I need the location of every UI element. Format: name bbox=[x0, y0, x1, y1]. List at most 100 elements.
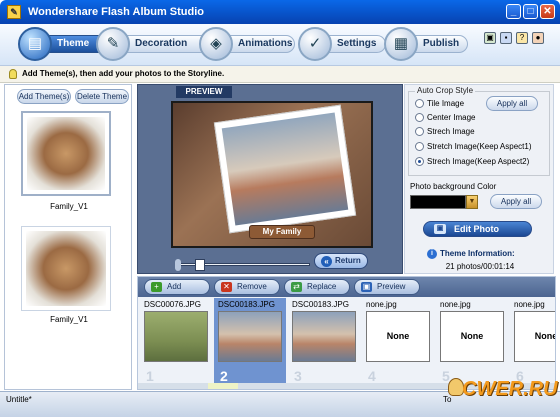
radio-keep-aspect2[interactable]: Strech Image(Keep Aspect2) bbox=[415, 156, 545, 168]
slot-thumbnail: None bbox=[514, 311, 555, 362]
preview-photo bbox=[213, 104, 357, 234]
double-chevron-left-icon: « bbox=[321, 256, 332, 267]
remove-photo-label: Remove bbox=[237, 282, 267, 291]
edit-photo-button[interactable]: ▣ Edit Photo bbox=[423, 221, 532, 237]
help-icon[interactable]: ? bbox=[516, 32, 528, 44]
slot-thumbnail bbox=[144, 311, 208, 362]
hint-text: Add Theme(s), then add your photos to th… bbox=[22, 69, 225, 78]
slot-filename: none.jpg bbox=[366, 300, 397, 309]
slider-thumb[interactable] bbox=[195, 259, 205, 271]
slot-thumbnail bbox=[218, 311, 282, 362]
slot-number: 1 bbox=[146, 368, 154, 384]
replace-photo-button[interactable]: ⇄ Replace bbox=[284, 279, 350, 295]
slot-filename: DSC00183.JPG bbox=[292, 300, 349, 309]
app-icon: ✎ bbox=[7, 5, 21, 19]
add-photo-button[interactable]: + Add bbox=[144, 279, 210, 295]
film-icon: ◈ bbox=[199, 27, 233, 61]
slider-end-cap bbox=[175, 259, 181, 271]
photo-icon: ▣ bbox=[434, 224, 446, 234]
radio-center-image[interactable]: Center Image bbox=[415, 112, 545, 124]
preview-icon: ▣ bbox=[361, 282, 372, 292]
radio-label: Tile Image bbox=[427, 99, 465, 108]
crop-apply-all-button[interactable]: Apply all bbox=[486, 96, 538, 111]
user-icon[interactable]: ● bbox=[532, 32, 544, 44]
return-button-label: Return bbox=[335, 256, 361, 265]
storyline-slot[interactable]: none.jpg None 6 bbox=[510, 298, 555, 386]
theme-name: Family_V1 bbox=[50, 315, 88, 324]
slot-filename: DSC00183.JPG bbox=[218, 300, 275, 309]
theme-thumbnail bbox=[27, 117, 105, 190]
slot-thumbnail bbox=[292, 311, 356, 362]
window-title: Wondershare Flash Album Studio bbox=[28, 6, 205, 18]
preview-photo-button[interactable]: ▣ Preview bbox=[354, 279, 420, 295]
hint-bar: Add Theme(s), then add your photos to th… bbox=[0, 66, 560, 83]
publish-icon: ▦ bbox=[384, 27, 418, 61]
return-button[interactable]: « Return bbox=[314, 253, 368, 269]
save-icon[interactable]: ▪ bbox=[500, 32, 512, 44]
lightbulb-icon bbox=[9, 69, 17, 79]
bg-color-swatch[interactable] bbox=[410, 195, 466, 209]
storyline-slot[interactable]: DSC00183.JPG 2 bbox=[214, 298, 286, 386]
storyline-slot[interactable]: DSC00076.JPG 1 bbox=[140, 298, 212, 386]
watermark-logo: CWER.RU bbox=[448, 374, 558, 408]
theme-info-value: 21 photos/00:01:14 bbox=[445, 262, 515, 271]
slot-filename: none.jpg bbox=[514, 300, 545, 309]
edit-photo-label: Edit Photo bbox=[454, 224, 499, 234]
bg-color-label: Photo background Color bbox=[410, 182, 497, 191]
slot-number: 4 bbox=[368, 368, 376, 384]
radio-label: Center Image bbox=[427, 113, 476, 122]
theme-badge: My Family bbox=[249, 225, 315, 239]
photo-settings-panel: Auto Crop Style Tile Image Center Image … bbox=[404, 84, 554, 274]
theme-thumbnail bbox=[26, 231, 106, 306]
settings-icon: ✓ bbox=[298, 27, 332, 61]
replace-photo-label: Replace bbox=[307, 282, 337, 291]
theme-list-panel: Add Theme(s) Delete Theme Family_V1 Fami… bbox=[4, 84, 132, 390]
radio-label: Stretch Image(Keep Aspect1) bbox=[427, 142, 532, 151]
slot-number: 2 bbox=[220, 368, 228, 384]
radio-label: Strech Image bbox=[427, 127, 475, 136]
storyline-slot[interactable]: none.jpg None 4 bbox=[362, 298, 434, 386]
remove-photo-button[interactable]: ✕ Remove bbox=[214, 279, 280, 295]
chevron-down-icon[interactable]: ▼ bbox=[466, 195, 478, 209]
auto-crop-legend: Auto Crop Style bbox=[415, 86, 476, 95]
bg-apply-all-button[interactable]: Apply all bbox=[490, 194, 542, 209]
remove-icon: ✕ bbox=[221, 282, 232, 292]
add-icon: + bbox=[151, 282, 162, 292]
theme-name: Family_V1 bbox=[50, 202, 88, 211]
minimize-button[interactable]: _ bbox=[506, 4, 521, 19]
scrollbar-thumb[interactable] bbox=[208, 383, 238, 389]
playback-slider[interactable] bbox=[175, 259, 310, 271]
storyline-panel: + Add ✕ Remove ⇄ Replace ▣ Preview DSC00… bbox=[137, 276, 556, 390]
storyline-slot[interactable]: DSC00183.JPG 3 bbox=[288, 298, 360, 386]
theme-card[interactable] bbox=[21, 111, 111, 196]
radio-keep-aspect1[interactable]: Stretch Image(Keep Aspect1) bbox=[415, 141, 545, 153]
add-photo-label: Add bbox=[167, 282, 182, 291]
main-toolbar: Theme ▤ Decoration ✎ Animations ◈ Settin… bbox=[0, 24, 560, 66]
close-button[interactable]: ✕ bbox=[540, 4, 555, 19]
replace-icon: ⇄ bbox=[291, 282, 302, 292]
watermark-text: CWER.RU bbox=[462, 378, 558, 400]
tab-decoration-label: Decoration bbox=[118, 35, 212, 53]
radio-strech-image[interactable]: Strech Image bbox=[415, 126, 545, 138]
slot-number: 3 bbox=[294, 368, 302, 384]
slot-filename: none.jpg bbox=[440, 300, 471, 309]
theme-icon: ▤ bbox=[18, 27, 52, 61]
storyline-slot[interactable]: none.jpg None 5 bbox=[436, 298, 508, 386]
delete-theme-button[interactable]: Delete Theme bbox=[75, 89, 129, 104]
palette-icon: ✎ bbox=[96, 27, 130, 61]
status-project-name: Untitle* bbox=[6, 395, 32, 404]
auto-crop-group: Auto Crop Style Tile Image Center Image … bbox=[408, 86, 550, 176]
maximize-button[interactable]: □ bbox=[523, 4, 538, 19]
slot-thumbnail: None bbox=[366, 311, 430, 362]
preview-stage: My Family bbox=[171, 101, 373, 248]
slot-thumbnail: None bbox=[440, 311, 504, 362]
info-icon: i bbox=[427, 249, 437, 259]
theme-info-title: Theme Information: bbox=[440, 249, 515, 258]
add-theme-button[interactable]: Add Theme(s) bbox=[17, 89, 71, 104]
theme-card[interactable] bbox=[21, 226, 111, 311]
preview-panel: PREVIEW My Family « Return bbox=[137, 84, 403, 274]
preview-label: PREVIEW bbox=[176, 86, 232, 98]
storyline-toolbar: + Add ✕ Remove ⇄ Replace ▣ Preview bbox=[138, 277, 555, 297]
preview-photo-label: Preview bbox=[377, 282, 406, 291]
new-icon[interactable]: ▣ bbox=[484, 32, 496, 44]
